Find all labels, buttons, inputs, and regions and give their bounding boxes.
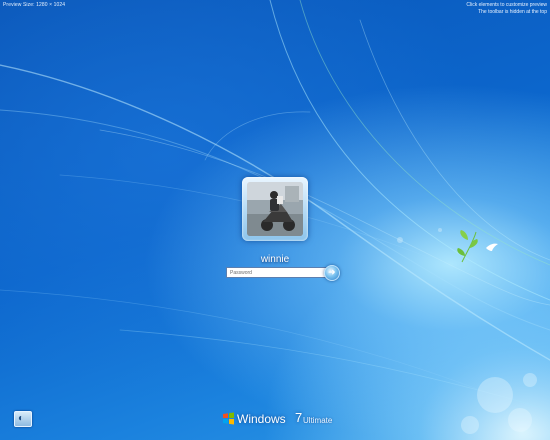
preview-hint-line2: The toolbar is hidden at the top [478, 9, 547, 15]
preview-size-label: Preview Size: 1280 × 1024 [3, 2, 66, 8]
avatar [247, 182, 303, 236]
scooter-rider-photo [247, 182, 303, 236]
ease-of-access-button[interactable]: ◐ [14, 411, 32, 427]
submit-button[interactable]: ➜ [324, 265, 340, 281]
user-avatar-tile[interactable] [242, 177, 308, 241]
password-field[interactable] [226, 267, 328, 278]
preview-hint: Click elements to customize preview The … [466, 2, 547, 16]
arrow-right-icon: ➜ [328, 267, 336, 277]
windows-version: 7 [295, 410, 303, 425]
windows-wordmark: Windows [237, 412, 286, 426]
username-label: winnie [260, 254, 290, 265]
windows-branding: Windows 7 Ultimate [222, 410, 342, 430]
windows-edition: Ultimate [303, 416, 333, 425]
preview-hint-line1: Click elements to customize preview [466, 2, 547, 8]
ease-of-access-icon: ◐ [18, 413, 25, 424]
windows-flag-icon [223, 412, 234, 425]
